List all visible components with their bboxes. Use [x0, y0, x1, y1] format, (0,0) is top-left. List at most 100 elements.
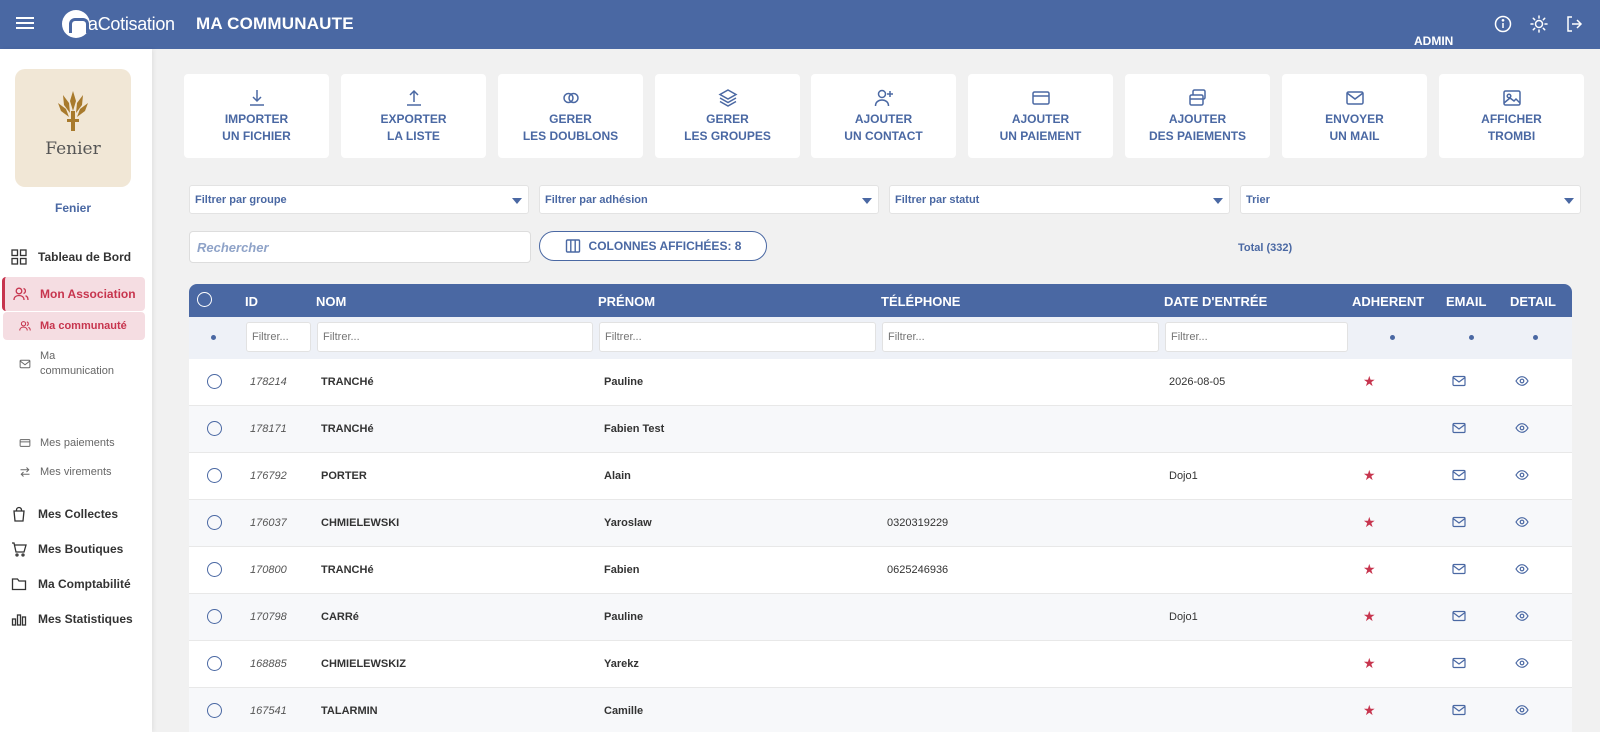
- row-select-radio[interactable]: [207, 609, 222, 624]
- email-icon[interactable]: [1452, 374, 1466, 388]
- filter-id-input[interactable]: [246, 322, 311, 352]
- email-icon[interactable]: [1452, 656, 1466, 670]
- row-select-radio[interactable]: [207, 468, 222, 483]
- info-icon[interactable]: [1493, 14, 1513, 34]
- row-select-radio[interactable]: [207, 562, 222, 577]
- menu-icon[interactable]: [16, 14, 34, 32]
- nav-stats[interactable]: Mes Statistiques: [0, 604, 146, 634]
- table-row[interactable]: 178214 TRANCHé Pauline 2026-08-05 ★: [189, 359, 1572, 406]
- select-all-radio[interactable]: [197, 292, 212, 307]
- col-adherent[interactable]: ADHERENT: [1352, 294, 1424, 309]
- row-select-radio[interactable]: [207, 421, 222, 436]
- eye-icon[interactable]: [1515, 374, 1529, 388]
- card-line2: UN MAIL: [1329, 129, 1380, 143]
- cell-id: 168885: [250, 658, 287, 670]
- col-detail[interactable]: DETAIL: [1510, 294, 1556, 309]
- membership-filter-select[interactable]: Filtrer par adhésion: [539, 185, 879, 214]
- sort-select[interactable]: Trier: [1240, 185, 1581, 214]
- eye-icon[interactable]: [1515, 703, 1529, 717]
- nav-dashboard[interactable]: Tableau de Bord: [0, 242, 146, 272]
- filter-prenom-input[interactable]: [599, 322, 876, 352]
- email-icon[interactable]: [1452, 609, 1466, 623]
- add-contact-button[interactable]: AJOUTER UN CONTACT: [811, 74, 956, 158]
- card-line1: AJOUTER: [1011, 112, 1070, 126]
- logout-icon[interactable]: [1564, 14, 1584, 34]
- row-select-radio[interactable]: [207, 374, 222, 389]
- nav-transfers[interactable]: Mes virements: [3, 464, 145, 480]
- nav-collections[interactable]: Mes Collectes: [0, 499, 146, 529]
- filter-nom-input[interactable]: [317, 322, 593, 352]
- show-trombi-button[interactable]: AFFICHER TROMBI: [1439, 74, 1584, 158]
- email-icon[interactable]: [1452, 562, 1466, 576]
- card-line1: AFFICHER: [1481, 112, 1542, 126]
- send-mail-button[interactable]: ENVOYER UN MAIL: [1282, 74, 1427, 158]
- nav-accounting[interactable]: Ma Comptabilité: [0, 569, 146, 599]
- export-list-button[interactable]: EXPORTER LA LISTE: [341, 74, 486, 158]
- card-line1: AJOUTER: [1168, 112, 1227, 126]
- app-logo[interactable]: aCotisation: [62, 9, 175, 39]
- eye-icon[interactable]: [1515, 562, 1529, 576]
- email-icon[interactable]: [1452, 421, 1466, 435]
- col-telephone[interactable]: TÉLÉPHONE: [881, 294, 960, 309]
- org-name[interactable]: Fenier: [0, 201, 146, 215]
- eye-icon[interactable]: [1515, 609, 1529, 623]
- add-user-icon: [874, 89, 893, 107]
- card-line1: GERER: [706, 112, 749, 126]
- cell-prenom: Pauline: [604, 376, 644, 388]
- status-filter-select[interactable]: Filtrer par statut: [889, 185, 1230, 214]
- table-row[interactable]: 170798 CARRé Pauline Dojo1 ★: [189, 594, 1572, 641]
- cell-date: Dojo1: [1169, 611, 1198, 623]
- table-row[interactable]: 170800 TRANCHé Fabien 0625246936 ★: [189, 547, 1572, 594]
- nav-association[interactable]: Mon Association: [2, 277, 145, 311]
- add-payment-button[interactable]: AJOUTER UN PAIEMENT: [968, 74, 1113, 158]
- row-select-radio[interactable]: [207, 703, 222, 718]
- org-logo[interactable]: Fenier: [15, 69, 131, 187]
- filter-date-input[interactable]: [1165, 322, 1348, 352]
- email-icon[interactable]: [1452, 703, 1466, 717]
- group-filter-select[interactable]: Filtrer par groupe: [189, 185, 529, 214]
- cell-date: 2026-08-05: [1169, 376, 1226, 388]
- import-file-button[interactable]: IMPORTER UN FICHIER: [184, 74, 329, 158]
- col-nom[interactable]: NOM: [316, 294, 346, 309]
- nav-communication-label: Ma communication: [40, 350, 114, 377]
- col-id[interactable]: ID: [245, 294, 258, 309]
- col-date[interactable]: DATE D'ENTRÉE: [1164, 294, 1267, 309]
- nav-shops[interactable]: Mes Boutiques: [0, 534, 146, 564]
- email-icon[interactable]: [1452, 515, 1466, 529]
- nav-transfers-label: Mes virements: [40, 466, 112, 478]
- nav-payments[interactable]: Mes paiements: [3, 435, 145, 451]
- filter-telephone-input[interactable]: [882, 322, 1159, 352]
- total-count: Total (332): [1238, 242, 1293, 254]
- eye-icon[interactable]: [1515, 421, 1529, 435]
- col-prenom[interactable]: PRÉNOM: [598, 294, 655, 309]
- cell-date: Dojo1: [1169, 470, 1198, 482]
- manage-groups-button[interactable]: GERER LES GROUPES: [655, 74, 800, 158]
- manage-duplicates-button[interactable]: GERER LES DOUBLONS: [498, 74, 643, 158]
- cell-id: 178171: [250, 423, 287, 435]
- cell-id: 176037: [250, 517, 287, 529]
- card-line2: UN FICHIER: [222, 129, 291, 143]
- row-select-radio[interactable]: [207, 515, 222, 530]
- table-row[interactable]: 167541 TALARMIN Camille ★: [189, 688, 1572, 732]
- theme-sun-icon[interactable]: [1529, 14, 1549, 34]
- group-filter-label: Filtrer par groupe: [195, 194, 287, 206]
- search-input[interactable]: [189, 231, 531, 263]
- table-row[interactable]: 178171 TRANCHé Fabien Test: [189, 406, 1572, 453]
- row-select-radio[interactable]: [207, 656, 222, 671]
- filter-dot-icon: [1533, 335, 1538, 340]
- star-icon: ★: [1363, 655, 1376, 671]
- table-row[interactable]: 176037 CHMIELEWSKI Yaroslaw 0320319229 ★: [189, 500, 1572, 547]
- table-row[interactable]: 176792 PORTER Alain Dojo1 ★: [189, 453, 1572, 500]
- table-row[interactable]: 168885 CHMIELEWSKIZ Yarekz ★: [189, 641, 1572, 688]
- nav-communication[interactable]: Ma communication: [3, 348, 145, 380]
- nav-community[interactable]: Ma communauté: [3, 312, 145, 340]
- add-payments-button[interactable]: AJOUTER DES PAIEMENTS: [1125, 74, 1270, 158]
- cell-nom: TRANCHé: [321, 423, 374, 435]
- columns-button[interactable]: COLONNES AFFICHÉES: 8: [539, 231, 767, 261]
- eye-icon[interactable]: [1515, 656, 1529, 670]
- image-icon: [1502, 90, 1521, 106]
- eye-icon[interactable]: [1515, 468, 1529, 482]
- eye-icon[interactable]: [1515, 515, 1529, 529]
- col-email[interactable]: EMAIL: [1446, 294, 1486, 309]
- email-icon[interactable]: [1452, 468, 1466, 482]
